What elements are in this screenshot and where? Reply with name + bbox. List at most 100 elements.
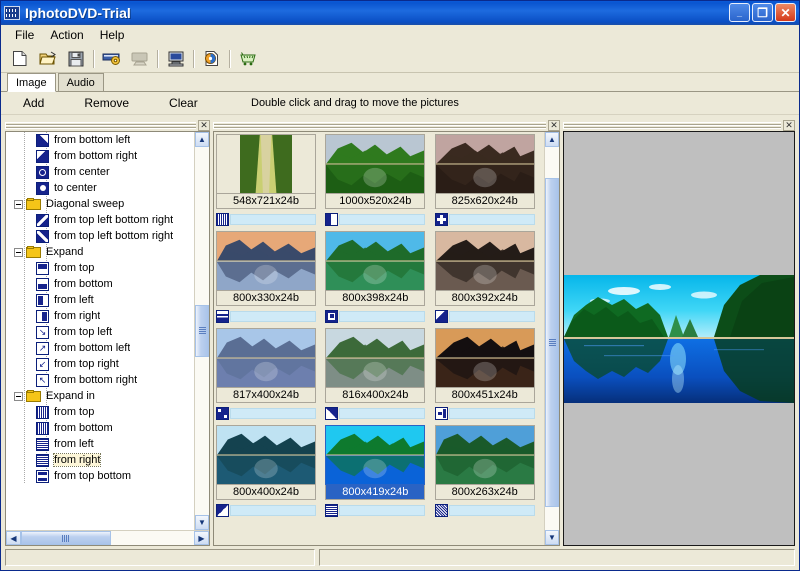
preview-viewport[interactable] [563, 131, 795, 546]
menu-help[interactable]: Help [92, 26, 133, 44]
tree-item[interactable]: ↖from bottom right [6, 372, 194, 388]
thumbnail-effect-bar[interactable] [339, 311, 425, 322]
thumbnails-panel-grip[interactable]: ✕ [213, 119, 560, 131]
tree-item[interactable]: ↘from top left [6, 324, 194, 340]
vscroll-thumb[interactable] [195, 305, 209, 357]
arrow-right-icon[interactable] [435, 407, 448, 420]
tree-collapse-toggle[interactable] [14, 392, 23, 401]
add-button[interactable]: Add [15, 94, 52, 112]
vscroll-track[interactable] [195, 147, 209, 515]
tree-collapse-toggle[interactable] [14, 248, 23, 257]
dither-icon[interactable] [435, 504, 448, 517]
tree-item[interactable]: from left [6, 436, 194, 452]
tree-item[interactable]: from bottom [6, 420, 194, 436]
thumbnails-panel-close-button[interactable]: ✕ [548, 120, 560, 131]
thumbnail-cell[interactable]: 817x400x24b [216, 328, 316, 425]
computer-button[interactable] [162, 47, 190, 71]
thumbnail-image-frame[interactable] [216, 425, 316, 485]
thumbnail-effect-bar[interactable] [230, 408, 316, 419]
thumbnail-cell[interactable]: 816x400x24b [325, 328, 425, 425]
thumbnail-effect-row[interactable] [435, 405, 535, 421]
remove-button[interactable]: Remove [76, 94, 137, 112]
corner-fold-icon[interactable] [435, 310, 448, 323]
tree-item[interactable]: from right [6, 308, 194, 324]
hscroll-thumb[interactable] [21, 531, 111, 545]
corner-tri-icon[interactable] [216, 504, 229, 517]
tree-group[interactable]: Diagonal sweep [6, 196, 194, 212]
tree-item[interactable]: from right [6, 452, 194, 468]
effects-panel-close-button[interactable]: ✕ [198, 120, 210, 131]
buy-button[interactable] [234, 47, 262, 71]
thumbnail-effect-bar[interactable] [230, 311, 316, 322]
thumbnail-image-frame[interactable] [435, 425, 535, 485]
menu-action[interactable]: Action [42, 26, 91, 44]
effects-panel-grip[interactable]: ✕ [5, 119, 210, 131]
thumbnail-image-frame[interactable] [435, 134, 535, 194]
thumbnail-image-frame[interactable] [325, 231, 425, 291]
cross-icon[interactable] [435, 213, 448, 226]
clear-button[interactable]: Clear [161, 94, 206, 112]
thumbnail-effect-row[interactable] [325, 502, 425, 518]
effects-tree[interactable]: from bottom leftfrom bottom rightfrom ce… [6, 132, 194, 530]
thumbnail-effect-row[interactable] [325, 308, 425, 324]
tree-item[interactable]: from top left bottom right [6, 212, 194, 228]
diagonal-icon[interactable] [325, 407, 338, 420]
thumbnail-effect-bar[interactable] [449, 505, 535, 516]
thumbnail-cell[interactable]: 800x451x24b [435, 328, 535, 425]
thumbnail-effect-bar[interactable] [339, 505, 425, 516]
thumbnail-effect-row[interactable] [216, 405, 316, 421]
thumbnail-cell[interactable]: 800x398x24b [325, 231, 425, 328]
tab-audio[interactable]: Audio [58, 73, 104, 91]
stripes-icon[interactable] [325, 504, 338, 517]
thumbnail-effect-row[interactable] [325, 211, 425, 227]
thumbnail-effect-bar[interactable] [449, 214, 535, 225]
thumbnail-effect-bar[interactable] [449, 311, 535, 322]
thumbnail-cell[interactable]: 800x400x24b [216, 425, 316, 522]
thumbnail-image-frame[interactable] [216, 328, 316, 388]
thumbnail-cell[interactable]: 1000x520x24b [325, 134, 425, 231]
new-button[interactable] [6, 47, 34, 71]
tree-item[interactable]: from center [6, 164, 194, 180]
close-button[interactable]: ✕ [775, 3, 796, 22]
tree-item[interactable]: from top left bottom right [6, 228, 194, 244]
tree-item[interactable]: ↗from bottom left [6, 340, 194, 356]
tab-image[interactable]: Image [7, 73, 56, 92]
vscroll-thumb[interactable] [545, 178, 559, 507]
bar-left-icon[interactable] [325, 213, 338, 226]
tree-item[interactable]: from bottom left [6, 132, 194, 148]
thumbnail-effect-row[interactable] [435, 502, 535, 518]
tree-item[interactable]: from bottom right [6, 148, 194, 164]
thumbnail-image-frame[interactable] [325, 134, 425, 194]
preview-button[interactable] [126, 47, 154, 71]
thumbnail-image-frame[interactable] [435, 231, 535, 291]
preview-panel-grip[interactable]: ✕ [563, 119, 795, 131]
save-button[interactable] [62, 47, 90, 71]
tree-item[interactable]: from top bottom [6, 468, 194, 484]
thumbnail-effect-bar[interactable] [339, 408, 425, 419]
thumbnail-grid[interactable]: 548x721x24b1000x520x24b825x620x24b800x33… [214, 132, 544, 545]
tree-item[interactable]: from top [6, 260, 194, 276]
preview-panel-close-button[interactable]: ✕ [783, 120, 795, 131]
tree-collapse-toggle[interactable] [14, 200, 23, 209]
effects-tree-hscrollbar[interactable]: ◀ ▶ [6, 530, 209, 545]
two-bars-icon[interactable] [216, 310, 229, 323]
tree-group[interactable]: Expand [6, 244, 194, 260]
checker-corner-icon[interactable] [216, 407, 229, 420]
menu-file[interactable]: File [7, 26, 42, 44]
scroll-left-icon[interactable]: ◀ [6, 531, 21, 545]
scroll-up-icon[interactable]: ▲ [195, 132, 209, 147]
tree-item[interactable]: from left [6, 292, 194, 308]
thumbnail-effect-bar[interactable] [339, 214, 425, 225]
thumbnail-cell[interactable]: 548x721x24b [216, 134, 316, 231]
effects-tree-vscrollbar[interactable]: ▲ ▼ [194, 132, 209, 530]
thumbnail-cell[interactable]: 800x263x24b [435, 425, 535, 522]
thumbnail-effect-bar[interactable] [230, 505, 316, 516]
thumbnail-effect-row[interactable] [216, 502, 316, 518]
minimize-button[interactable]: _ [729, 3, 750, 22]
thumbnail-effect-bar[interactable] [230, 214, 316, 225]
tree-item[interactable]: ↙from top right [6, 356, 194, 372]
thumbnail-cell[interactable]: 825x620x24b [435, 134, 535, 231]
tree-group[interactable]: Expand in [6, 388, 194, 404]
ruler-icon[interactable] [216, 213, 229, 226]
scroll-up-icon[interactable]: ▲ [545, 132, 559, 147]
